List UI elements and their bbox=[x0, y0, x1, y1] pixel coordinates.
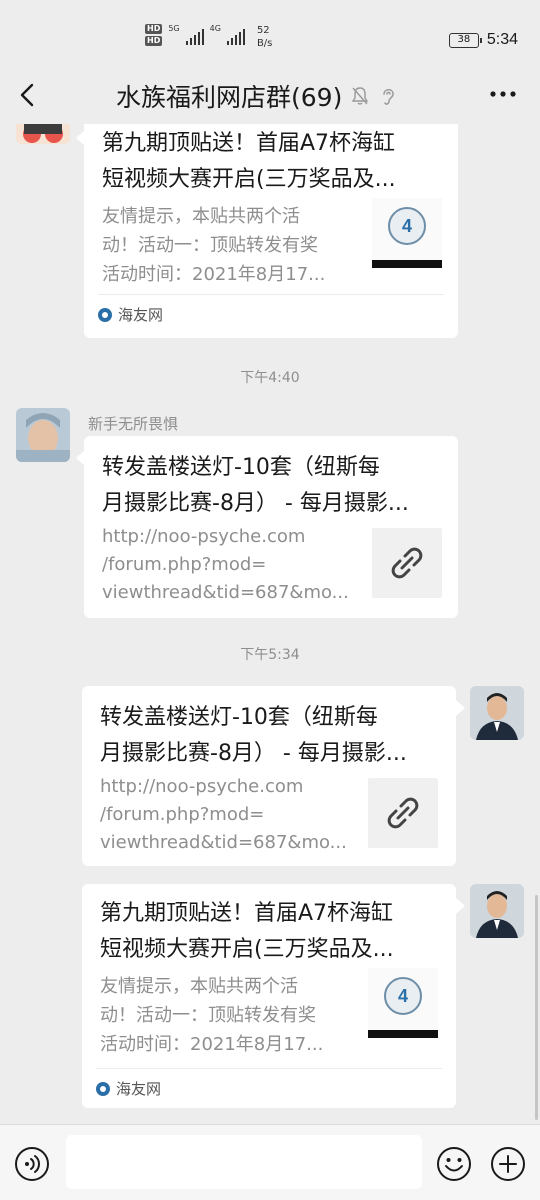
avatar-self[interactable] bbox=[470, 686, 524, 740]
card-thumbnail-logo: 4 bbox=[368, 968, 438, 1038]
sender-nickname: 新手无所畏惧 bbox=[88, 415, 179, 433]
speed-value: 52 bbox=[256, 25, 270, 36]
card-desc-line2: 动！活动一：顶贴转发有奖 bbox=[102, 235, 318, 256]
mute-bell-icon bbox=[352, 87, 369, 105]
card-title-line2: 短视频大赛开启(三万奖品及... bbox=[102, 167, 396, 192]
title-bar: 水族福利网店群(69) bbox=[0, 66, 540, 124]
emoji-icon[interactable] bbox=[436, 1146, 472, 1182]
card-thumbnail-logo: 4 bbox=[372, 198, 442, 268]
link-card-haiyou-2[interactable]: 第九期顶贴送！首届A7杯海缸 短视频大赛开启(三万奖品及... 友情提示，本贴共… bbox=[82, 884, 456, 1108]
chat-area[interactable]: 第九期顶贴送！首届A7杯海缸 短视频大赛开启(三万奖品及... 友情提示，本贴共… bbox=[0, 124, 540, 1124]
card-desc-line3: 活动时间：2021年8月17... bbox=[102, 264, 326, 285]
link-card-forum-2[interactable]: 转发盖楼送灯-10套（纽斯每 月摄影比赛-8月） - 每月摄影... http:… bbox=[82, 686, 456, 866]
avatar-partial[interactable] bbox=[16, 124, 70, 144]
network-5g-label: 5G bbox=[168, 24, 180, 33]
status-left: HD HD 5G 4G 52 B/s bbox=[145, 24, 272, 50]
network-speed: 52 B/s bbox=[257, 24, 272, 50]
hd-badge-2: HD bbox=[145, 36, 163, 46]
card-url-line2: /forum.php?mod= bbox=[100, 804, 265, 825]
time-divider-1: 下午4:40 bbox=[240, 370, 300, 386]
card-source-footer: 海友网 bbox=[96, 1068, 442, 1108]
bubble-tail bbox=[456, 898, 465, 914]
svg-text:4: 4 bbox=[402, 216, 412, 236]
signal-4g-icon bbox=[226, 27, 245, 45]
card-title-line2: 短视频大赛开启(三万奖品及... bbox=[100, 937, 394, 962]
battery-icon: 38 bbox=[448, 32, 482, 48]
hd-badge-1: HD bbox=[145, 24, 163, 34]
card-link-thumbnail bbox=[372, 528, 442, 598]
link-icon bbox=[387, 797, 419, 829]
bubble-tail bbox=[76, 450, 85, 466]
network-4g-label: 4G bbox=[209, 24, 221, 33]
bubble-tail bbox=[456, 700, 465, 716]
avatar-self[interactable] bbox=[470, 884, 524, 938]
status-right: 38 5:34 bbox=[448, 31, 518, 49]
card-source-name: 海友网 bbox=[118, 306, 164, 324]
more-options-icon[interactable] bbox=[488, 82, 518, 106]
card-url-line3: viewthread&tid=687&mo... bbox=[100, 832, 347, 853]
title-group: 水族福利网店群(69) bbox=[116, 78, 398, 114]
earpiece-mode-icon bbox=[383, 89, 395, 105]
card-desc-line2: 动！活动一：顶贴转发有奖 bbox=[100, 1005, 316, 1026]
status-time: 5:34 bbox=[486, 31, 518, 48]
hd-indicators: HD HD bbox=[145, 24, 163, 46]
voice-input-icon[interactable] bbox=[14, 1146, 50, 1182]
svg-text:4: 4 bbox=[398, 986, 408, 1006]
signal-5g-icon bbox=[185, 27, 204, 45]
input-bar bbox=[0, 1124, 540, 1200]
card-desc-line3: 活动时间：2021年8月17... bbox=[100, 1034, 324, 1055]
card-url-line2: /forum.php?mod= bbox=[102, 554, 267, 575]
haiyou-logo-icon bbox=[96, 1081, 110, 1096]
haiyou-logo-icon bbox=[98, 307, 112, 322]
card-source-name: 海友网 bbox=[116, 1080, 162, 1098]
more-functions-plus-icon[interactable] bbox=[490, 1146, 526, 1182]
card-title-line1: 第九期顶贴送！首届A7杯海缸 bbox=[100, 901, 394, 926]
card-title-line1: 转发盖楼送灯-10套（纽斯每 bbox=[102, 455, 380, 480]
card-title-line1: 第九期顶贴送！首届A7杯海缸 bbox=[102, 131, 396, 156]
card-desc-line1: 友情提示，本贴共两个活 bbox=[100, 976, 298, 997]
card-title-line2: 月摄影比赛-8月） - 每月摄影... bbox=[100, 741, 407, 766]
link-card-haiyou-1[interactable]: 第九期顶贴送！首届A7杯海缸 短视频大赛开启(三万奖品及... 友情提示，本贴共… bbox=[84, 124, 458, 338]
card-source-footer: 海友网 bbox=[98, 294, 444, 334]
speed-unit: B/s bbox=[256, 38, 273, 49]
card-link-thumbnail bbox=[368, 778, 438, 848]
card-desc-line1: 友情提示，本贴共两个活 bbox=[102, 206, 300, 227]
time-divider-2: 下午5:34 bbox=[240, 647, 300, 663]
link-icon bbox=[391, 547, 423, 579]
card-title-line1: 转发盖楼送灯-10套（纽斯每 bbox=[100, 705, 378, 730]
message-input[interactable] bbox=[66, 1135, 422, 1189]
card-title-line2: 月摄影比赛-8月） - 每月摄影... bbox=[102, 491, 409, 516]
card-url-line1: http://noo-psyche.com bbox=[102, 526, 306, 547]
chat-title: 水族福利网店群(69) bbox=[116, 83, 343, 112]
link-card-forum-1[interactable]: 转发盖楼送灯-10套（纽斯每 月摄影比赛-8月） - 每月摄影... http:… bbox=[84, 436, 458, 618]
bubble-tail bbox=[76, 130, 85, 146]
card-url-line3: viewthread&tid=687&mo... bbox=[102, 582, 349, 603]
back-arrow-icon[interactable] bbox=[14, 79, 42, 111]
chat-scrollbar[interactable] bbox=[535, 895, 538, 1120]
avatar-sender[interactable] bbox=[16, 408, 70, 462]
card-url-line1: http://noo-psyche.com bbox=[100, 776, 304, 797]
status-bar: HD HD 5G 4G 52 B/s 38 5:34 bbox=[0, 0, 540, 66]
